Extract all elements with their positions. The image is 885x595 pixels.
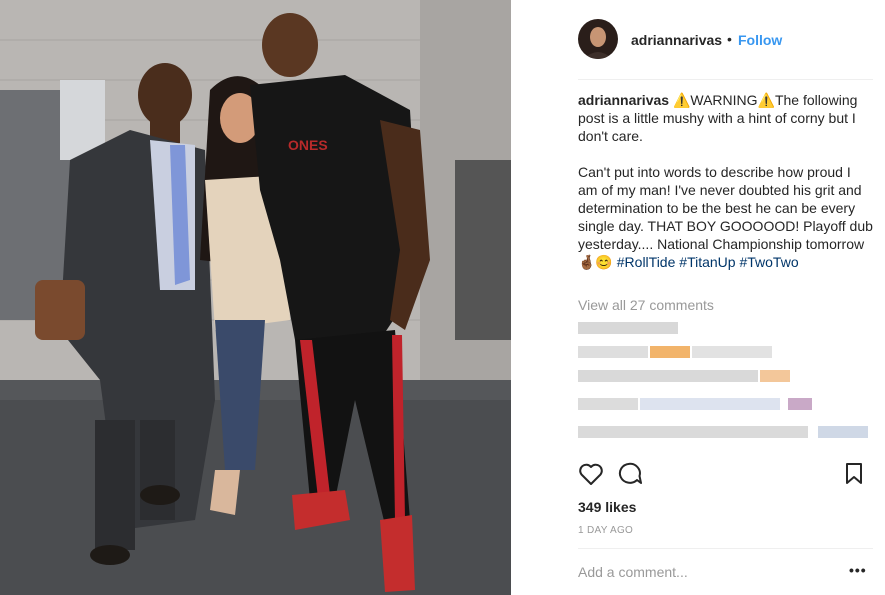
heart-icon[interactable] <box>578 462 604 491</box>
post-timestamp: 1 DAY AGO <box>578 525 634 536</box>
post-header: adriannarivas • Follow <box>511 0 885 80</box>
add-comment-input[interactable]: Add a comment... <box>578 564 838 580</box>
header-separator: • <box>727 31 732 47</box>
follow-button[interactable]: Follow <box>738 32 782 48</box>
header-username[interactable]: adriannarivas <box>631 32 722 48</box>
post-photo[interactable]: ONES <box>0 0 511 595</box>
caption-username[interactable]: adriannarivas <box>578 92 669 108</box>
header-divider <box>578 79 873 80</box>
bookmark-icon[interactable] <box>844 462 864 491</box>
svg-text:ONES: ONES <box>288 137 328 153</box>
post-caption: adriannarivas ⚠️WARNING⚠️The following p… <box>578 91 873 271</box>
comment-icon[interactable] <box>617 462 643 491</box>
photo-image: ONES <box>0 0 511 595</box>
like-count[interactable]: 349 likes <box>578 499 636 515</box>
caption-paragraph-2: Can't put into words to describe how pro… <box>578 163 873 271</box>
blurred-comments <box>578 322 873 452</box>
post-side-panel: adriannarivas • Follow adriannarivas ⚠️W… <box>511 0 885 595</box>
avatar[interactable] <box>578 19 618 59</box>
caption-paragraph-1: adriannarivas ⚠️WARNING⚠️The following p… <box>578 91 873 145</box>
hashtag-twotwo[interactable]: #TwoTwo <box>739 254 798 270</box>
post-actions <box>511 462 885 492</box>
hashtag-titanup[interactable]: #TitanUp <box>679 254 735 270</box>
view-all-comments-link[interactable]: View all 27 comments <box>578 297 714 313</box>
hashtag-rolltide[interactable]: #RollTide <box>617 254 676 270</box>
composer-divider <box>578 548 873 549</box>
more-options-button[interactable]: ••• <box>849 562 867 578</box>
